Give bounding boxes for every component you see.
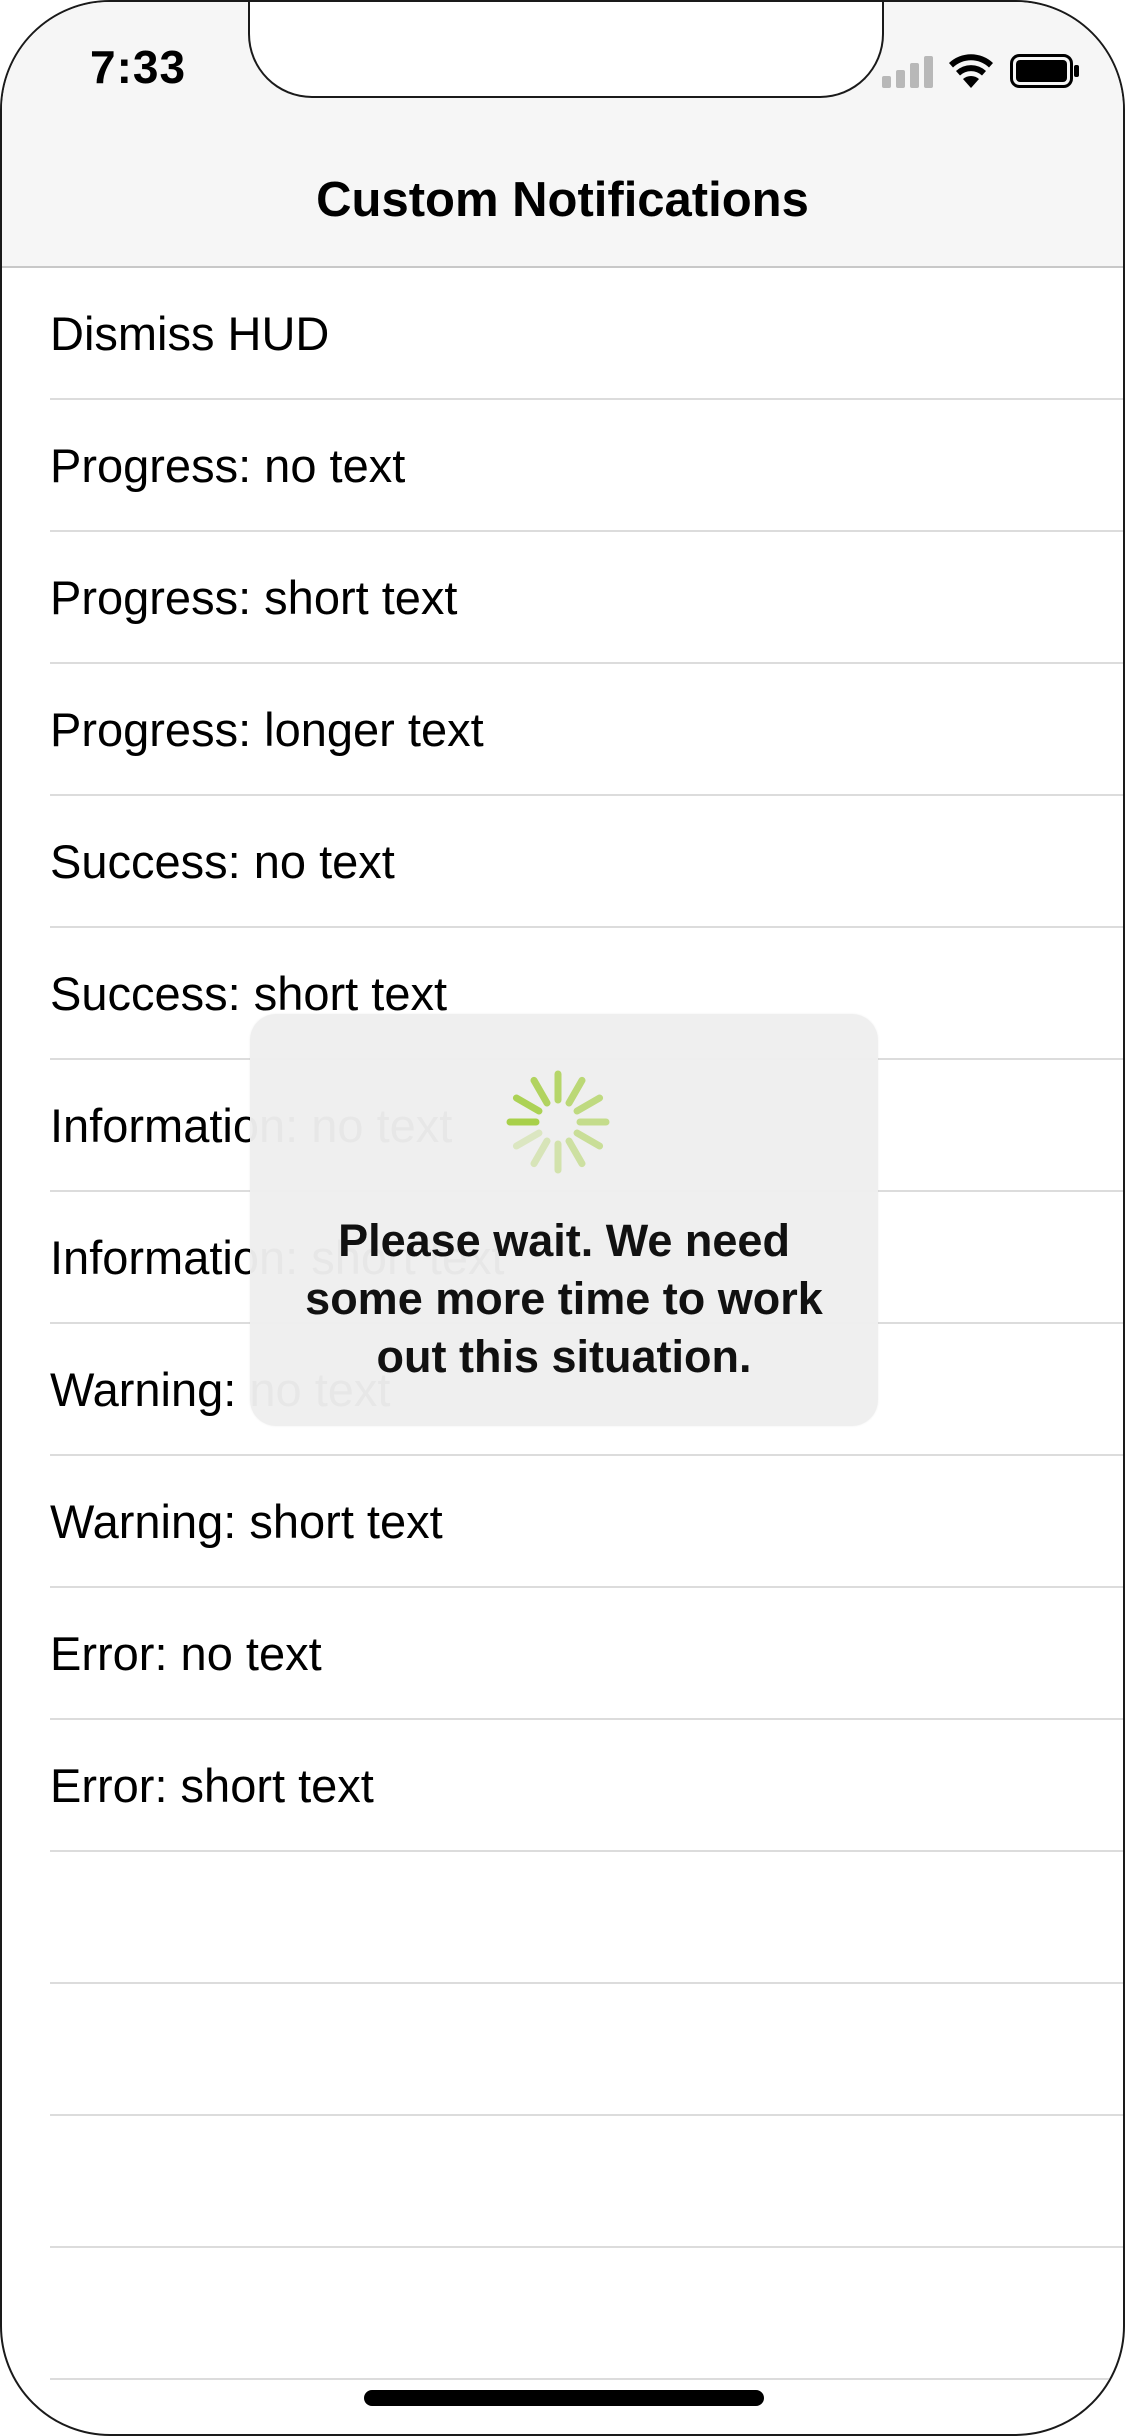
list-item-dismiss-hud[interactable]: Dismiss HUD	[50, 268, 1123, 400]
spinner-icon	[506, 1070, 610, 1174]
list-item-success-no-text[interactable]: Success: no text	[50, 796, 1123, 928]
spinner-spoke	[565, 1076, 586, 1107]
spinner-spoke	[512, 1094, 543, 1115]
empty-row	[50, 2116, 1123, 2248]
spinner-spoke	[512, 1129, 543, 1150]
spinner-spoke	[573, 1129, 604, 1150]
list-item-progress-short-text[interactable]: Progress: short text	[50, 532, 1123, 664]
progress-hud: Please wait. We need some more time to w…	[250, 1014, 878, 1426]
wifi-icon	[949, 54, 993, 88]
empty-row	[50, 2248, 1123, 2380]
list-item-warning-short-text[interactable]: Warning: short text	[50, 1456, 1123, 1588]
hud-message: Please wait. We need some more time to w…	[305, 1215, 823, 1382]
spinner-spoke	[573, 1094, 604, 1115]
list-item-progress-longer-text[interactable]: Progress: longer text	[50, 664, 1123, 796]
signal-icon	[882, 54, 936, 88]
list-item-progress-no-text[interactable]: Progress: no text	[50, 400, 1123, 532]
empty-row	[50, 1852, 1123, 1984]
battery-icon	[1010, 54, 1079, 88]
status-time: 7:33	[90, 41, 187, 93]
list-item-error-short-text[interactable]: Error: short text	[50, 1720, 1123, 1852]
header: 7:33 Custom Notifications	[2, 2, 1123, 268]
spinner-spoke	[530, 1076, 551, 1107]
spinner-spoke	[530, 1137, 551, 1168]
device-frame: 7:33 Custom Notifications Dismiss HUD Pr…	[0, 0, 1125, 2436]
home-indicator[interactable]	[364, 2390, 764, 2406]
empty-row	[50, 1984, 1123, 2116]
page-title: Custom Notifications	[316, 173, 809, 227]
spinner-spoke	[565, 1137, 586, 1168]
notch	[248, 2, 884, 98]
list-item-error-no-text[interactable]: Error: no text	[50, 1588, 1123, 1720]
